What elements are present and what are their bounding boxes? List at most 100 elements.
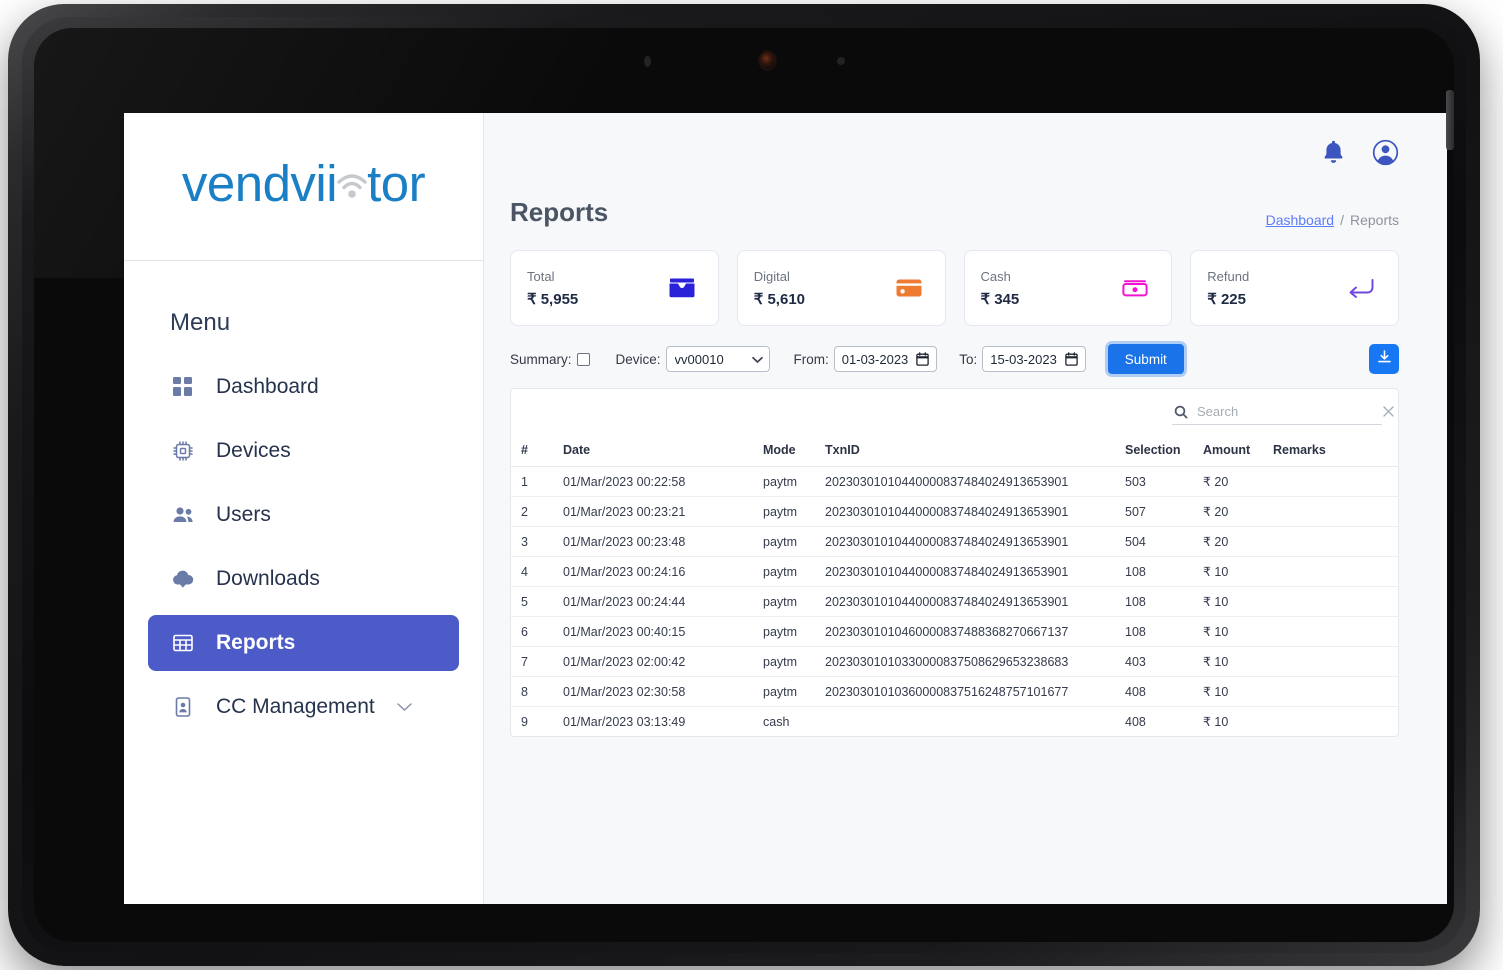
cell-selection: 403 — [1125, 646, 1203, 677]
grid-icon — [170, 374, 196, 400]
sidebar-item-label: Users — [216, 503, 271, 526]
cell-index: 8 — [511, 676, 563, 707]
cell-mode: paytm — [763, 556, 825, 587]
to-label: To: — [959, 351, 978, 367]
search-box[interactable] — [1172, 401, 1394, 425]
cell-amount: ₹ 10 — [1203, 715, 1229, 729]
stat-label: Total — [527, 268, 555, 284]
column-header-index[interactable]: # — [511, 436, 563, 467]
column-header-txnid[interactable]: TxnID — [825, 436, 1125, 467]
calendar-icon[interactable] — [1065, 352, 1078, 366]
sidebar-item-downloads[interactable]: Downloads — [148, 551, 459, 607]
topbar — [484, 113, 1447, 191]
cell-date: 01/Mar/2023 00:22:58 — [563, 466, 763, 497]
cell-date: 01/Mar/2023 02:00:42 — [563, 646, 763, 677]
download-button[interactable] — [1369, 344, 1399, 374]
main-content: Reports Dashboard / Reports Total ₹ 5,95… — [484, 113, 1447, 904]
to-date-value: 15-03-2023 — [990, 351, 1057, 367]
sidebar-item-users[interactable]: Users — [148, 487, 459, 543]
cell-mode: paytm — [763, 616, 825, 647]
bell-icon[interactable] — [1321, 139, 1346, 165]
stat-card-total: Total ₹ 5,955 — [510, 250, 719, 326]
cell-remarks — [1273, 556, 1398, 587]
stat-label: Digital — [753, 268, 790, 284]
close-icon[interactable] — [1382, 405, 1395, 418]
cell-mode: paytm — [763, 526, 825, 557]
summary-checkbox[interactable] — [576, 352, 590, 366]
chevron-down-icon[interactable] — [396, 702, 413, 713]
power-button[interactable] — [1446, 90, 1454, 150]
table-row[interactable]: 6 01/Mar/2023 00:40:15 paytm 20230301010460… — [511, 616, 1398, 647]
download-icon — [1376, 349, 1393, 369]
cell-selection: 108 — [1125, 556, 1203, 587]
cell-date: 01/Mar/2023 03:13:49 — [563, 714, 686, 729]
brand-text-after: tor — [367, 155, 426, 212]
cell-selection: 408 — [1125, 714, 1146, 729]
cell-txnid: 20230301010330000837508629653238683 — [825, 646, 1125, 677]
table-row[interactable]: 4 01/Mar/2023 00:24:16 paytm 20230301010440… — [511, 556, 1398, 587]
column-header-date[interactable]: Date — [563, 436, 763, 467]
stat-card-refund: Refund ₹ 225 — [1190, 250, 1399, 326]
brand-text-before: vendvii — [181, 155, 338, 212]
cloud-download-icon — [170, 566, 196, 592]
user-circle-icon[interactable] — [1372, 139, 1399, 166]
to-date-input[interactable]: 15-03-2023 — [982, 346, 1086, 372]
submit-button[interactable]: Submit — [1107, 344, 1184, 374]
stat-label: Refund — [1207, 268, 1250, 284]
breadcrumb-dashboard-link[interactable]: Dashboard — [1266, 212, 1335, 228]
table-row[interactable]: 8 01/Mar/2023 02:30:58 paytm 20230301010360… — [511, 676, 1398, 707]
cell-amount: ₹ 20 — [1203, 466, 1273, 497]
table-row[interactable]: 3 01/Mar/2023 00:23:48 paytm 20230301010440… — [511, 526, 1398, 557]
table-row[interactable]: 7 01/Mar/2023 02:00:42 paytm 20230301010330… — [511, 646, 1398, 677]
table-row[interactable]: 5 01/Mar/2023 00:24:44 paytm 20230301010440… — [511, 586, 1398, 617]
table-row[interactable]: 9 01/Mar/2023 03:13:49 cash 408 ₹ 10 — [511, 707, 1398, 737]
sidebar-item-label: Downloads — [216, 567, 320, 590]
sidebar-item-cc-management[interactable]: CC Management — [148, 679, 459, 735]
summary-cards: Total ₹ 5,955 Digital ₹ 5,610 Cash ₹ 345… — [484, 228, 1447, 326]
cell-index: 6 — [511, 616, 563, 647]
cell-index: 7 — [511, 646, 563, 677]
app-viewport: vendvii tor Menu Dashboard Devices Users… — [124, 113, 1447, 904]
cell-index: 5 — [511, 586, 563, 617]
sidebar: vendvii tor Menu Dashboard Devices Users… — [124, 113, 484, 904]
column-header-mode[interactable]: Mode — [763, 436, 825, 467]
ambient-sensor — [644, 56, 651, 67]
table-head: # Date Mode TxnID Selection Amount Remar… — [511, 436, 1398, 467]
summary-label: Summary: — [510, 351, 572, 367]
tablet-device-frame: vendvii tor Menu Dashboard Devices Users… — [8, 4, 1480, 966]
brand-logo[interactable]: vendvii tor — [124, 113, 483, 261]
cell-remarks — [1273, 676, 1398, 707]
cell-txnid — [825, 707, 1125, 737]
sidebar-item-reports[interactable]: Reports — [148, 615, 459, 671]
return-arrow-icon — [1346, 277, 1376, 299]
search-input[interactable] — [1197, 404, 1373, 419]
cell-remarks — [1273, 646, 1398, 677]
wallet-icon — [668, 277, 696, 299]
table-row[interactable]: 2 01/Mar/2023 00:23:21 paytm 20230301010440… — [511, 496, 1398, 527]
sidebar-item-label: Dashboard — [216, 375, 319, 398]
transactions-table: # Date Mode TxnID Selection Amount Remar… — [511, 436, 1398, 736]
calendar-icon[interactable] — [916, 352, 930, 366]
proximity-sensor — [837, 57, 845, 65]
cell-selection: 507 — [1125, 496, 1203, 527]
cell-remarks — [1273, 586, 1398, 617]
wifi-icon — [335, 169, 369, 199]
column-header-amount[interactable]: Amount — [1203, 436, 1273, 467]
device-screen: vendvii tor Menu Dashboard Devices Users… — [34, 28, 1454, 942]
column-header-selection[interactable]: Selection — [1125, 436, 1203, 467]
cell-index: 9 — [521, 714, 528, 729]
sidebar-item-devices[interactable]: Devices — [148, 423, 459, 479]
from-date-input[interactable]: 01-03-2023 — [833, 346, 938, 372]
cell-txnid: 20230301010440000837484024913653901 — [825, 586, 1125, 617]
search-row — [511, 389, 1398, 425]
cell-selection: 504 — [1125, 526, 1203, 557]
sidebar-item-dashboard[interactable]: Dashboard — [148, 359, 459, 415]
cell-amount: ₹ 20 — [1203, 496, 1273, 527]
device-label: Device: — [615, 351, 661, 367]
from-date-value: 01-03-2023 — [841, 351, 909, 367]
table-row[interactable]: 1 01/Mar/2023 00:22:58 paytm 20230301010440… — [511, 466, 1398, 497]
cell-mode: cash — [763, 714, 790, 729]
column-header-remarks[interactable]: Remarks — [1273, 436, 1398, 467]
device-select[interactable]: vv00010 — [665, 346, 770, 372]
cell-mode: paytm — [763, 586, 825, 617]
